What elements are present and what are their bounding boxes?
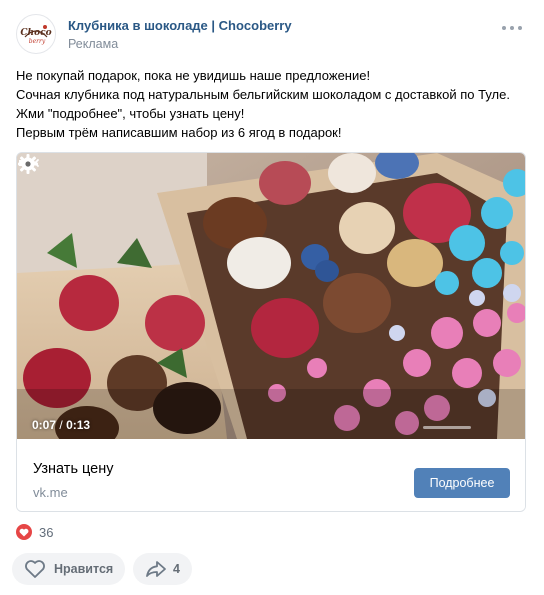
video-current-time: 0:07 bbox=[32, 418, 57, 432]
video-frame-image bbox=[17, 153, 525, 439]
more-details-button[interactable]: Подробнее bbox=[414, 468, 510, 498]
share-button[interactable]: 4 bbox=[133, 553, 192, 585]
share-arrow-icon bbox=[146, 561, 166, 577]
reaction-count: 36 bbox=[39, 524, 54, 540]
ad-card: 0:07 / 0:13 Узнать цену vk.me Подробнее bbox=[16, 152, 526, 512]
heart-reaction-icon bbox=[16, 524, 32, 540]
video-duration: 0:13 bbox=[66, 418, 91, 432]
svg-text:berry: berry bbox=[29, 38, 46, 45]
post-text-line: Не покупай подарок, пока не увидишь наше… bbox=[16, 68, 371, 83]
share-count: 4 bbox=[173, 562, 180, 576]
community-name-link[interactable]: Клубника в шоколаде | Chocoberry bbox=[68, 18, 292, 33]
card-title[interactable]: Узнать цену bbox=[33, 461, 114, 477]
ad-post: Choco berry Клубника в шоколаде | Chocob… bbox=[0, 0, 544, 595]
svg-text:Choco: Choco bbox=[20, 28, 51, 38]
video-time: 0:07 / 0:13 bbox=[32, 418, 90, 432]
ad-label: Реклама bbox=[68, 37, 119, 51]
video-time-separator: / bbox=[59, 418, 63, 432]
community-avatar[interactable]: Choco berry bbox=[16, 14, 56, 54]
chocoberry-logo-icon: Choco berry bbox=[18, 16, 54, 52]
reactions-summary[interactable]: 36 bbox=[16, 524, 53, 540]
card-domain: vk.me bbox=[33, 485, 68, 500]
more-options-icon[interactable] bbox=[502, 26, 522, 46]
settings-gear-icon[interactable] bbox=[17, 153, 39, 175]
like-label: Нравится bbox=[54, 562, 114, 576]
heart-outline-icon bbox=[25, 560, 45, 578]
post-text-line: Сочная клубника под натуральным бельгийс… bbox=[16, 87, 510, 102]
video-player[interactable]: 0:07 / 0:13 bbox=[17, 153, 525, 439]
like-button[interactable]: Нравится bbox=[12, 553, 125, 585]
post-text-line: Жми "подробнее", чтобы узнать цену! bbox=[16, 106, 245, 121]
card-footer[interactable]: Узнать цену vk.me Подробнее bbox=[17, 439, 525, 511]
volume-slider[interactable] bbox=[423, 426, 471, 429]
post-text-line: Первым трём написавшим набор из 6 ягод в… bbox=[16, 125, 342, 140]
post-text: Не покупай подарок, пока не увидишь наше… bbox=[16, 66, 528, 142]
